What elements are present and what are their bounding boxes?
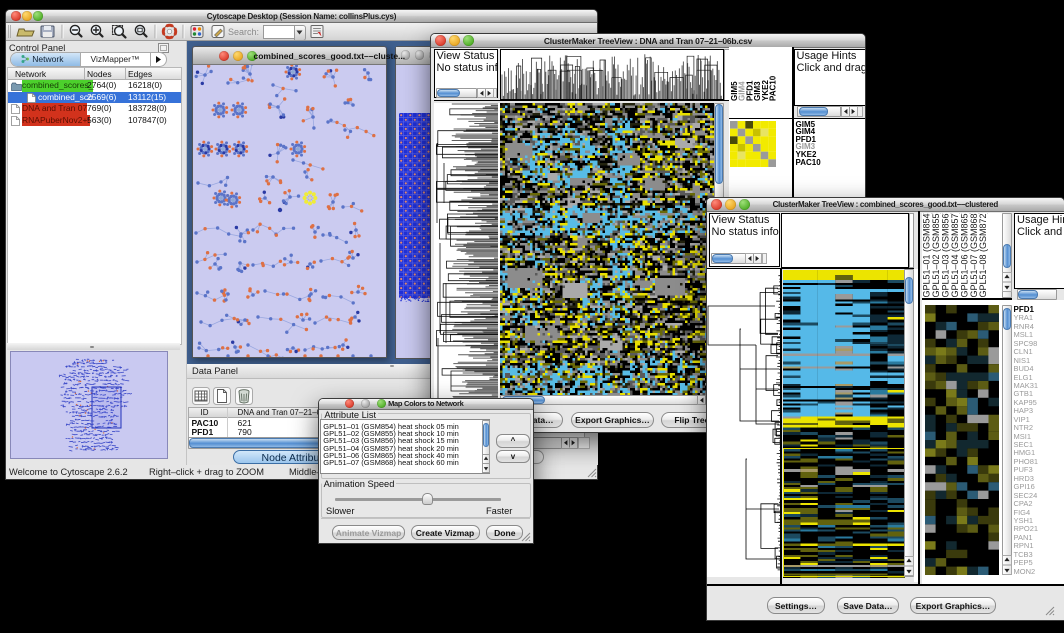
svg-text:GPL51–04 (GSM857): GPL51–04 (GSM857) — [949, 213, 959, 298]
svg-text:GPL51–02 (GSM855): GPL51–02 (GSM855) — [930, 213, 940, 298]
svg-text:PAC10: PAC10 — [768, 75, 777, 101]
svg-text:GPL51–06 (GSM865): GPL51–06 (GSM865) — [959, 213, 969, 298]
svg-text:GPL51–08 (GSM872): GPL51–08 (GSM872) — [978, 213, 988, 298]
